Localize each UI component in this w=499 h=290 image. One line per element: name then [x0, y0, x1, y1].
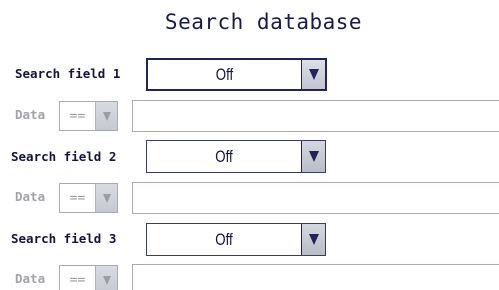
data-3-label: Data: [15, 271, 46, 286]
search-field-2-dropdown-button[interactable]: [301, 141, 325, 172]
chevron-down-icon: [308, 234, 319, 245]
search-field-1-value: Off: [215, 64, 234, 84]
search-field-2-select[interactable]: Off: [146, 140, 326, 173]
chevron-down-icon: [308, 151, 319, 162]
search-field-1-label: Search field 1: [15, 66, 121, 81]
data-2-operator-dropdown: [95, 184, 117, 212]
chevron-down-icon: [102, 111, 111, 121]
data-3-operator-value: ==: [69, 272, 86, 288]
search-field-2-label: Search field 2: [11, 149, 117, 164]
search-field-3-dropdown-button[interactable]: [301, 224, 325, 255]
data-3-operator-dropdown: [95, 266, 117, 290]
search-field-3-value: Off: [215, 229, 233, 249]
search-database-screen: Search database Search field 1 Off Data …: [0, 0, 499, 290]
search-field-3-label: Search field 3: [11, 231, 117, 246]
search-field-1-select[interactable]: Off: [146, 58, 327, 91]
data-2-input[interactable]: [132, 182, 499, 214]
data-3-operator-select: ==: [59, 265, 118, 290]
data-3-input[interactable]: [132, 264, 499, 290]
chevron-down-icon: [102, 275, 111, 285]
data-1-label: Data: [15, 107, 46, 122]
data-2-operator-select: ==: [59, 183, 118, 213]
search-field-3-select[interactable]: Off: [146, 223, 326, 256]
page-title: Search database: [164, 10, 363, 34]
search-field-1-dropdown-button[interactable]: [301, 60, 325, 89]
data-1-operator-value: ==: [69, 108, 86, 124]
data-1-input[interactable]: [132, 100, 499, 132]
chevron-down-icon: [308, 69, 319, 80]
data-2-operator-value: ==: [69, 190, 86, 206]
search-field-2-value: Off: [215, 146, 233, 166]
data-1-operator-dropdown: [95, 102, 117, 130]
chevron-down-icon: [102, 193, 111, 203]
data-1-operator-select: ==: [59, 101, 118, 131]
data-2-label: Data: [15, 189, 46, 204]
